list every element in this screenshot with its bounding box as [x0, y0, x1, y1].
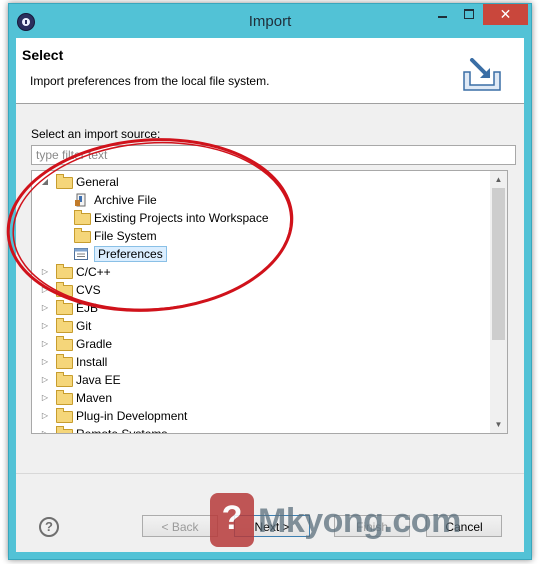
tree-item-label: Preferences — [94, 246, 167, 262]
tree-item-label: EJB — [76, 301, 99, 315]
folder-icon — [56, 264, 73, 279]
tree-item-label: Remote Systems — [76, 427, 168, 434]
folder-icon — [56, 408, 73, 423]
tree-item-label: Install — [76, 355, 108, 369]
tree-item-label: General — [76, 175, 119, 189]
page-description: Import preferences from the local file s… — [30, 74, 270, 88]
maximize-icon — [464, 9, 474, 19]
close-icon: ✕ — [499, 6, 512, 22]
collapsed-arrow-icon[interactable]: ▷ — [40, 407, 50, 425]
folder-icon — [56, 390, 73, 405]
scroll-up-arrow-icon[interactable]: ▲ — [490, 172, 507, 187]
collapsed-arrow-icon[interactable]: ▷ — [40, 425, 50, 433]
tree-item-label: Gradle — [76, 337, 113, 351]
preferences-icon — [74, 248, 88, 260]
watermark-text: Mkyong.com — [258, 502, 461, 540]
folder-icon — [56, 426, 73, 433]
tree-category-item[interactable]: ▷ Plug-in Development — [32, 407, 487, 425]
filter-input[interactable] — [31, 145, 516, 165]
collapsed-arrow-icon[interactable]: ▷ — [40, 263, 50, 281]
collapsed-arrow-icon[interactable]: ▷ — [40, 353, 50, 371]
collapsed-arrow-icon[interactable]: ▷ — [40, 389, 50, 407]
tree-category-item[interactable]: ▷ C/C++ — [32, 263, 487, 281]
tree-item-label: Git — [76, 319, 92, 333]
tree-category-item[interactable]: ▷ Gradle — [32, 335, 487, 353]
import-source-label: Select an import source: — [31, 127, 161, 141]
tree-category-item[interactable]: ▷ EJB — [32, 299, 487, 317]
tree-item-label: Archive File — [94, 193, 157, 207]
tree-category-item[interactable]: ▷ Maven — [32, 389, 487, 407]
import-wizard-banner-icon — [463, 58, 501, 91]
tree-category-item[interactable]: ▷ Java EE — [32, 371, 487, 389]
tree-item-label: C/C++ — [76, 265, 111, 279]
archive-file-icon — [75, 193, 86, 207]
folder-icon — [74, 228, 91, 243]
scroll-down-arrow-icon[interactable]: ▼ — [490, 417, 507, 432]
open-folder-icon — [74, 210, 91, 225]
footer-divider — [16, 473, 524, 474]
collapsed-arrow-icon[interactable]: ▷ — [40, 299, 50, 317]
collapsed-arrow-icon[interactable]: ▷ — [40, 317, 50, 335]
tree-wizard-item[interactable]: Archive File — [32, 191, 487, 209]
help-icon[interactable]: ? — [39, 517, 59, 537]
tree-item-label: Java EE — [76, 373, 121, 387]
tree-vertical-scrollbar[interactable]: ▲ ▼ — [490, 171, 507, 433]
dialog-body: Select Import preferences from the local… — [16, 38, 524, 552]
wizard-header: Select Import preferences from the local… — [16, 38, 524, 104]
expanded-arrow-icon[interactable]: ◢ — [40, 173, 50, 191]
tree-category-item[interactable]: ◢ General — [32, 173, 487, 191]
tree-category-item[interactable]: ▷ Remote Systems — [32, 425, 487, 434]
scrollbar-thumb[interactable] — [492, 188, 505, 340]
import-source-tree[interactable]: ◢ General Archive File Existing Projects in… — [31, 170, 508, 434]
maximize-button[interactable] — [456, 4, 482, 25]
folder-icon — [56, 318, 73, 333]
import-dialog-window: Import ✕ Select Import preferences from … — [8, 3, 532, 560]
folder-icon — [56, 354, 73, 369]
tree-item-label: File System — [94, 229, 157, 243]
tree-item-label: Plug-in Development — [76, 409, 188, 423]
collapsed-arrow-icon[interactable]: ▷ — [40, 371, 50, 389]
minimize-icon — [438, 16, 447, 18]
close-button[interactable]: ✕ — [483, 4, 528, 25]
tree-item-label: Maven — [76, 391, 113, 405]
back-button[interactable]: < Back — [142, 515, 218, 537]
tree-wizard-item[interactable]: Preferences — [32, 245, 487, 263]
folder-icon — [56, 174, 73, 189]
tree-item-label: CVS — [76, 283, 101, 297]
title-bar[interactable]: Import ✕ — [9, 4, 531, 38]
folder-icon — [56, 336, 73, 351]
question-mark-logo-icon: ? — [210, 493, 254, 547]
tree-item-label: Existing Projects into Workspace — [94, 211, 269, 225]
collapsed-arrow-icon[interactable]: ▷ — [40, 335, 50, 353]
tree-wizard-item[interactable]: File System — [32, 227, 487, 245]
page-title: Select — [22, 47, 64, 63]
minimize-button[interactable] — [429, 4, 455, 25]
tree-category-item[interactable]: ▷ CVS — [32, 281, 487, 299]
folder-icon — [56, 300, 73, 315]
mkyong-watermark: ? Mkyong.com — [210, 489, 530, 559]
folder-icon — [56, 282, 73, 297]
folder-icon — [56, 372, 73, 387]
tree-category-item[interactable]: ▷ Install — [32, 353, 487, 371]
tree-category-item[interactable]: ▷ Git — [32, 317, 487, 335]
collapsed-arrow-icon[interactable]: ▷ — [40, 281, 50, 299]
tree-wizard-item[interactable]: Existing Projects into Workspace — [32, 209, 487, 227]
